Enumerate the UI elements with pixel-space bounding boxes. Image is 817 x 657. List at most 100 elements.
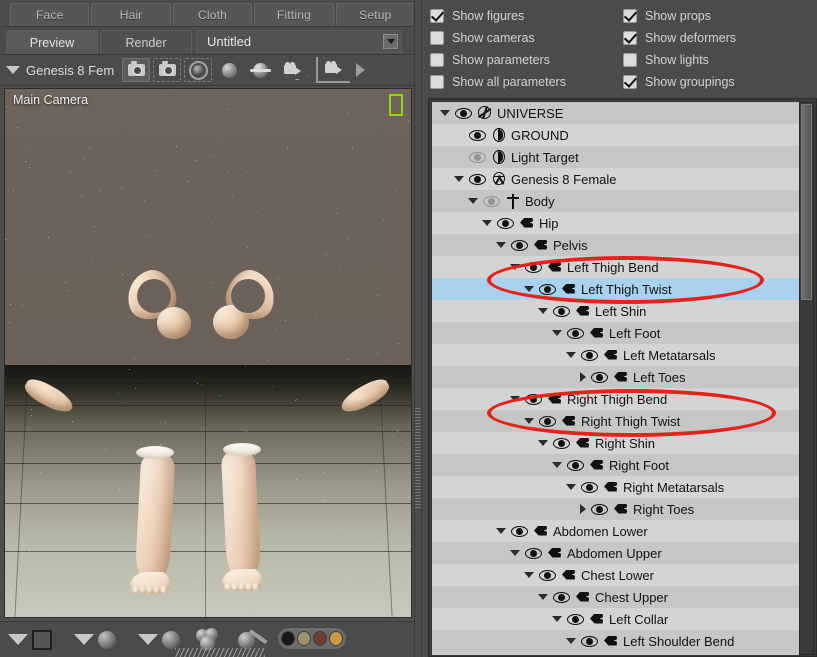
tab-render[interactable]: Render xyxy=(100,30,192,54)
checkbox-checked-icon[interactable] xyxy=(623,31,637,45)
tree-item-right-foot[interactable]: Right Foot xyxy=(432,454,799,476)
color-swatch-1[interactable] xyxy=(297,631,311,646)
module-tab-fitting[interactable]: Fitting xyxy=(254,3,334,26)
chevron-down-icon[interactable] xyxy=(566,484,576,490)
tree-item-chest-upper[interactable]: Chest Upper xyxy=(432,586,799,608)
tree-item-right-shin[interactable]: Right Shin xyxy=(432,432,799,454)
chevron-down-icon[interactable] xyxy=(524,418,534,424)
eye-visible-icon[interactable] xyxy=(525,547,542,559)
checkbox-unchecked-icon[interactable] xyxy=(623,53,637,67)
tree-item-right-thigh-bend[interactable]: Right Thigh Bend xyxy=(432,388,799,410)
color-swatch-strip[interactable] xyxy=(278,628,346,649)
video-camera-corner-icon[interactable] xyxy=(316,57,351,83)
camera-name-label[interactable]: Genesis 8 Fem xyxy=(26,63,114,78)
module-tab-cloth[interactable]: Cloth xyxy=(172,3,253,26)
dropdown-arrow-icon[interactable] xyxy=(138,634,158,645)
checkbox-unchecked-icon[interactable] xyxy=(430,75,444,89)
chevron-down-icon[interactable] xyxy=(510,396,520,402)
checkbox-unchecked-icon[interactable] xyxy=(430,53,444,67)
chevron-down-icon[interactable] xyxy=(383,34,398,49)
eye-visible-icon[interactable] xyxy=(553,591,570,603)
chevron-down-icon[interactable] xyxy=(566,638,576,644)
tree-item-light-target[interactable]: Light Target xyxy=(432,146,799,168)
eye-hidden-icon[interactable] xyxy=(483,195,500,207)
filter-show-figures[interactable]: Show figures xyxy=(430,5,623,27)
sphere-banded-icon[interactable] xyxy=(246,58,274,82)
eye-visible-icon[interactable] xyxy=(539,283,556,295)
tree-item-right-thigh-twist[interactable]: Right Thigh Twist xyxy=(432,410,799,432)
module-tab-hair[interactable]: Hair xyxy=(91,3,171,26)
chevron-down-icon[interactable] xyxy=(6,66,20,74)
scene-tree-scrollbar[interactable] xyxy=(799,102,814,655)
filter-show-cameras[interactable]: Show cameras xyxy=(430,27,623,49)
chevron-down-icon[interactable] xyxy=(552,462,562,468)
dropdown-arrow-icon[interactable] xyxy=(8,634,28,645)
eye-visible-icon[interactable] xyxy=(591,503,608,515)
tree-item-body[interactable]: Body xyxy=(432,190,799,212)
chevron-down-icon[interactable] xyxy=(524,286,534,292)
filter-show-all-parameters[interactable]: Show all parameters xyxy=(430,71,623,93)
sphere-icon[interactable] xyxy=(162,630,180,649)
filter-show-groupings[interactable]: Show groupings xyxy=(623,71,817,93)
checkbox-checked-icon[interactable] xyxy=(623,9,637,23)
tree-item-right-metatarsals[interactable]: Right Metatarsals xyxy=(432,476,799,498)
chevron-right-icon[interactable] xyxy=(580,372,586,382)
tree-item-left-thigh-bend[interactable]: Left Thigh Bend xyxy=(432,256,799,278)
filter-show-lights[interactable]: Show lights xyxy=(623,49,817,71)
eye-visible-icon[interactable] xyxy=(539,569,556,581)
tab-preview[interactable]: Preview xyxy=(6,30,98,54)
eye-hidden-icon[interactable] xyxy=(469,151,486,163)
tree-item-pelvis[interactable]: Pelvis xyxy=(432,234,799,256)
chevron-down-icon[interactable] xyxy=(524,572,534,578)
sphere-icon[interactable] xyxy=(215,58,243,82)
chevron-down-icon[interactable] xyxy=(440,110,450,116)
aperture-icon[interactable] xyxy=(184,58,213,82)
video-camera-diamond-icon[interactable] xyxy=(277,58,309,82)
color-swatch-3[interactable] xyxy=(329,631,343,646)
chevron-down-icon[interactable] xyxy=(538,308,548,314)
tree-item-hip[interactable]: Hip xyxy=(432,212,799,234)
sphere-icon[interactable] xyxy=(98,630,116,649)
eye-visible-icon[interactable] xyxy=(567,613,584,625)
checkbox-checked-icon[interactable] xyxy=(623,75,637,89)
eye-visible-icon[interactable] xyxy=(539,415,556,427)
chevron-down-icon[interactable] xyxy=(496,528,506,534)
chevron-down-icon[interactable] xyxy=(510,550,520,556)
module-tab-setup[interactable]: Setup xyxy=(335,3,416,26)
chevron-down-icon[interactable] xyxy=(510,264,520,270)
filter-show-parameters[interactable]: Show parameters xyxy=(430,49,623,71)
tree-item-left-foot[interactable]: Left Foot xyxy=(432,322,799,344)
chevron-down-icon[interactable] xyxy=(566,352,576,358)
color-swatch-2[interactable] xyxy=(313,631,327,646)
module-tab-face[interactable]: Face xyxy=(10,3,90,26)
tree-item-left-thigh-twist[interactable]: Left Thigh Twist xyxy=(432,278,799,300)
camera-icon[interactable] xyxy=(122,58,151,82)
eye-visible-icon[interactable] xyxy=(469,129,486,141)
eye-visible-icon[interactable] xyxy=(567,327,584,339)
eye-visible-icon[interactable] xyxy=(553,437,570,449)
tree-item-abdomen-upper[interactable]: Abdomen Upper xyxy=(432,542,799,564)
eye-visible-icon[interactable] xyxy=(591,371,608,383)
eye-visible-icon[interactable] xyxy=(469,173,486,185)
chevron-down-icon[interactable] xyxy=(454,176,464,182)
tree-item-universe[interactable]: UNIVERSE xyxy=(432,102,799,124)
eye-visible-icon[interactable] xyxy=(497,217,514,229)
eye-visible-icon[interactable] xyxy=(581,349,598,361)
tree-item-ground[interactable]: GROUND xyxy=(432,124,799,146)
tree-item-left-metatarsals[interactable]: Left Metatarsals xyxy=(432,344,799,366)
pane-splitter[interactable] xyxy=(414,0,422,657)
checkbox-unchecked-icon[interactable] xyxy=(430,31,444,45)
splitter-grip[interactable] xyxy=(415,408,421,510)
eye-visible-icon[interactable] xyxy=(525,261,542,273)
chevron-down-icon[interactable] xyxy=(468,198,478,204)
tree-item-right-toes[interactable]: Right Toes xyxy=(432,498,799,520)
tree-item-left-shin[interactable]: Left Shin xyxy=(432,300,799,322)
chevron-down-icon[interactable] xyxy=(552,330,562,336)
checkbox-checked-icon[interactable] xyxy=(430,9,444,23)
eye-visible-icon[interactable] xyxy=(511,525,528,537)
eye-visible-icon[interactable] xyxy=(511,239,528,251)
tree-item-left-shoulder-bend[interactable]: Left Shoulder Bend xyxy=(432,630,799,652)
scrollbar-thumb[interactable] xyxy=(801,104,812,300)
chevron-down-icon[interactable] xyxy=(496,242,506,248)
dropdown-arrow-icon[interactable] xyxy=(74,634,94,645)
